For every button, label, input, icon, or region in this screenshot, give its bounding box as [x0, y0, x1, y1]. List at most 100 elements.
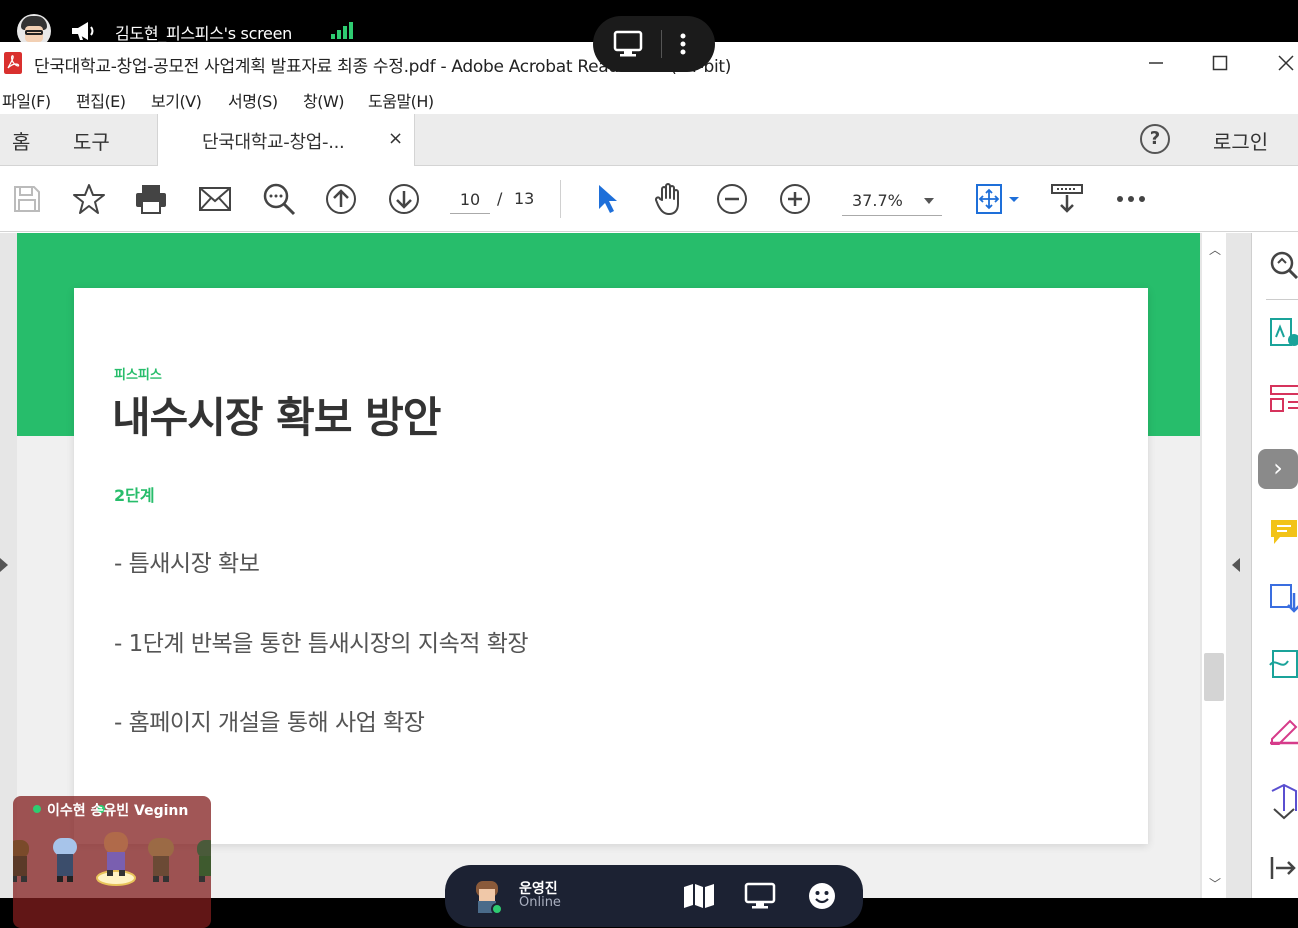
search-panel-icon[interactable] — [1268, 249, 1298, 279]
print-icon — [136, 185, 166, 214]
next-page-button[interactable] — [387, 182, 421, 216]
player-bar: 운영진 Online — [445, 865, 863, 927]
expand-tools-pane-button[interactable]: › — [1258, 449, 1298, 489]
chevron-down-icon — [924, 198, 934, 204]
menu-file[interactable]: 파일(F) — [2, 88, 51, 112]
edit-pdf-icon[interactable] — [1268, 649, 1298, 679]
minimize-icon — [1149, 62, 1163, 64]
search-icon — [263, 183, 296, 216]
avatar[interactable] — [13, 836, 35, 884]
collapse-right-panel-icon[interactable] — [1232, 558, 1240, 572]
tab-document[interactable]: 단국대학교-창업-... × — [157, 114, 415, 167]
zoom-level-select[interactable]: 37.7% — [842, 186, 942, 216]
map-icon — [684, 884, 714, 908]
screen-share-button[interactable] — [744, 880, 776, 912]
page-separator: / — [497, 189, 503, 208]
fit-page-icon — [976, 184, 1019, 214]
organize-pages-icon[interactable] — [1268, 383, 1298, 413]
zoom-level-value: 37.7% — [852, 191, 903, 210]
slide-bullet: - 1단계 반복을 통한 틈새시장의 지속적 확장 — [114, 631, 529, 657]
toolbar-divider — [560, 180, 561, 218]
avatar[interactable] — [95, 830, 137, 886]
close-tab-button[interactable]: × — [388, 128, 403, 149]
create-pdf-icon[interactable] — [1268, 317, 1298, 347]
close-icon — [1278, 55, 1294, 71]
select-cursor-icon — [599, 185, 617, 213]
save-button[interactable] — [10, 182, 44, 216]
maximize-button[interactable] — [1200, 48, 1240, 78]
pdf-app-icon — [4, 52, 22, 74]
more-vertical-icon[interactable] — [679, 32, 687, 56]
previous-page-button[interactable] — [324, 182, 358, 216]
share-title: 김도현_피스피스's screen — [115, 24, 292, 43]
slide-content-card: 피스피스 내수시장 확보 방안 2단계 - 틈새시장 확보 - 1단계 반복을 … — [74, 288, 1148, 844]
fit-page-button[interactable] — [974, 182, 1022, 216]
menu-sign[interactable]: 서명(S) — [228, 88, 278, 112]
share-controls — [593, 16, 715, 72]
convert-icon[interactable] — [1268, 583, 1298, 613]
avatar[interactable] — [145, 836, 177, 884]
vertical-scrollbar[interactable]: ︿ ﹀ — [1202, 233, 1226, 898]
tab-bar: 홈 도구 단국대학교-창업-... × ? 로그인 — [0, 114, 1298, 167]
email-icon — [199, 187, 231, 211]
scrollbar-thumb[interactable] — [1204, 653, 1224, 701]
scroll-up-icon[interactable]: ︿ — [1209, 241, 1221, 258]
total-pages: 13 — [514, 189, 535, 208]
menu-window[interactable]: 창(W) — [303, 88, 345, 112]
zoom-in-button[interactable] — [778, 182, 812, 216]
hand-tool-button[interactable] — [652, 182, 686, 216]
avatar[interactable] — [191, 836, 211, 884]
toolbar: 10 / 13 37.7% — [0, 166, 1298, 232]
player-status: Online — [519, 895, 561, 910]
scroll-mode-icon — [1051, 184, 1083, 213]
bookmark-star-icon — [73, 184, 105, 214]
slide-title: 내수시장 확보 방안 — [112, 393, 441, 442]
avatar[interactable] — [471, 879, 503, 915]
map-button[interactable] — [683, 880, 715, 912]
emoji-icon — [809, 883, 835, 909]
scroll-mode-button[interactable] — [1050, 182, 1084, 216]
emoji-button[interactable] — [806, 880, 838, 912]
login-button[interactable]: 로그인 — [1213, 126, 1268, 155]
email-button[interactable] — [198, 182, 232, 216]
maximize-icon — [1212, 55, 1228, 71]
bookmark-button[interactable] — [72, 182, 106, 216]
menu-bar: 파일(F) 편집(E) 보기(V) 서명(S) 창(W) 도움말(H) — [0, 82, 1298, 114]
tab-tools[interactable]: 도구 — [73, 126, 110, 155]
save-icon — [14, 186, 40, 212]
screen-share-icon — [744, 882, 776, 909]
collapse-pane-icon[interactable] — [1268, 853, 1298, 883]
close-window-button[interactable] — [1266, 48, 1298, 78]
scroll-down-icon[interactable]: ﹀ — [1209, 875, 1221, 892]
tools-pane-divider — [1266, 299, 1298, 300]
menu-edit[interactable]: 편집(E) — [76, 88, 126, 112]
menu-help[interactable]: 도움말(H) — [368, 88, 434, 112]
menu-view[interactable]: 보기(V) — [151, 88, 202, 112]
page-up-icon — [326, 184, 356, 214]
slide-bullet: - 홈페이지 개설을 통해 사업 확장 — [114, 710, 425, 736]
select-tool-button[interactable] — [590, 182, 624, 216]
document-tab-label: 단국대학교-창업-... — [202, 132, 345, 153]
search-button[interactable] — [262, 182, 296, 216]
tools-pane: › — [1252, 233, 1298, 898]
minimize-button[interactable] — [1136, 48, 1176, 78]
help-icon[interactable]: ? — [1140, 124, 1170, 154]
page-down-icon — [389, 184, 419, 214]
hand-icon — [654, 183, 679, 215]
fill-sign-icon[interactable] — [1268, 715, 1298, 745]
tab-home[interactable]: 홈 — [12, 126, 30, 155]
slide-brand: 피스피스 — [114, 368, 162, 383]
chevron-down-icon[interactable] — [1268, 805, 1298, 823]
participants-panel[interactable]: 이수현 송유빈 Veginn — [13, 796, 211, 928]
signal-strength-icon — [331, 22, 355, 39]
print-button[interactable] — [134, 182, 168, 216]
more-tools-button[interactable] — [1114, 182, 1148, 216]
expand-left-panel-icon[interactable] — [0, 558, 8, 572]
avatar[interactable] — [49, 836, 81, 884]
comment-icon[interactable] — [1268, 517, 1298, 547]
current-page-input[interactable]: 10 — [450, 186, 490, 214]
zoom-out-icon — [717, 184, 747, 214]
participant-names: 이수현 송유빈 Veginn — [47, 803, 189, 819]
monitor-icon[interactable] — [613, 30, 643, 58]
zoom-out-button[interactable] — [715, 182, 749, 216]
